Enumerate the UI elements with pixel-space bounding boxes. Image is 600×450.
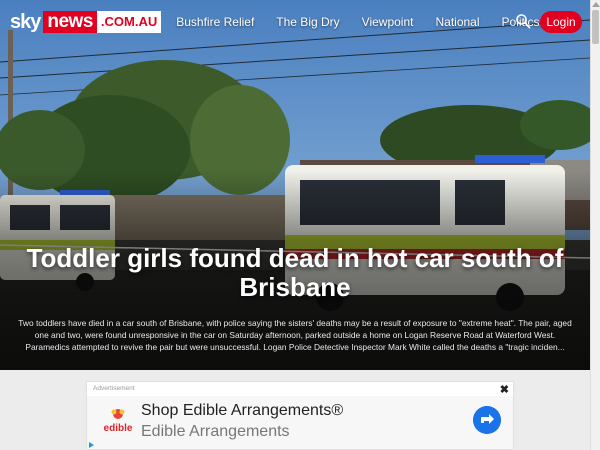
site-logo[interactable]: sky news .COM.AU (10, 11, 162, 33)
ad-body[interactable]: edible Shop Edible Arrangements® Edible … (87, 396, 513, 449)
logo-domain: .COM.AU (96, 11, 162, 33)
article-headline[interactable]: Toddler girls found dead in hot car sout… (0, 244, 590, 302)
ad-brand-logo: edible (104, 409, 133, 434)
logo-sky: sky (10, 11, 41, 33)
ad-label: Advertisement (93, 385, 135, 392)
ad-subtitle: Edible Arrangements (141, 423, 290, 440)
vertical-scrollbar[interactable] (590, 0, 600, 450)
ad-logo-text: edible (104, 423, 133, 434)
page: sky news .COM.AU Bushfire Relief The Big… (0, 0, 600, 450)
advertisement[interactable]: Advertisement ✖ edible Shop Edible Arran… (86, 381, 514, 450)
nav-item-national[interactable]: National (435, 15, 479, 29)
site-header: sky news .COM.AU Bushfire Relief The Big… (0, 0, 590, 44)
login-button[interactable]: Login (540, 11, 582, 33)
logo-news: news (43, 11, 97, 33)
search-icon[interactable] (515, 13, 531, 29)
ad-title[interactable]: Shop Edible Arrangements® (141, 402, 343, 420)
nav-item-the-big-dry[interactable]: The Big Dry (276, 15, 339, 29)
directions-arrow-icon[interactable] (473, 406, 501, 434)
scroll-up-arrow-icon[interactable] (592, 2, 600, 7)
hero (0, 0, 590, 370)
nav-item-viewpoint[interactable]: Viewpoint (362, 15, 414, 29)
adchoices-icon[interactable] (89, 442, 94, 448)
article-summary: Two toddlers have died in a car south of… (18, 318, 572, 352)
scrollbar-thumb[interactable] (592, 10, 599, 44)
close-icon[interactable]: ✖ (500, 383, 509, 396)
nav-item-bushfire-relief[interactable]: Bushfire Relief (176, 15, 254, 29)
